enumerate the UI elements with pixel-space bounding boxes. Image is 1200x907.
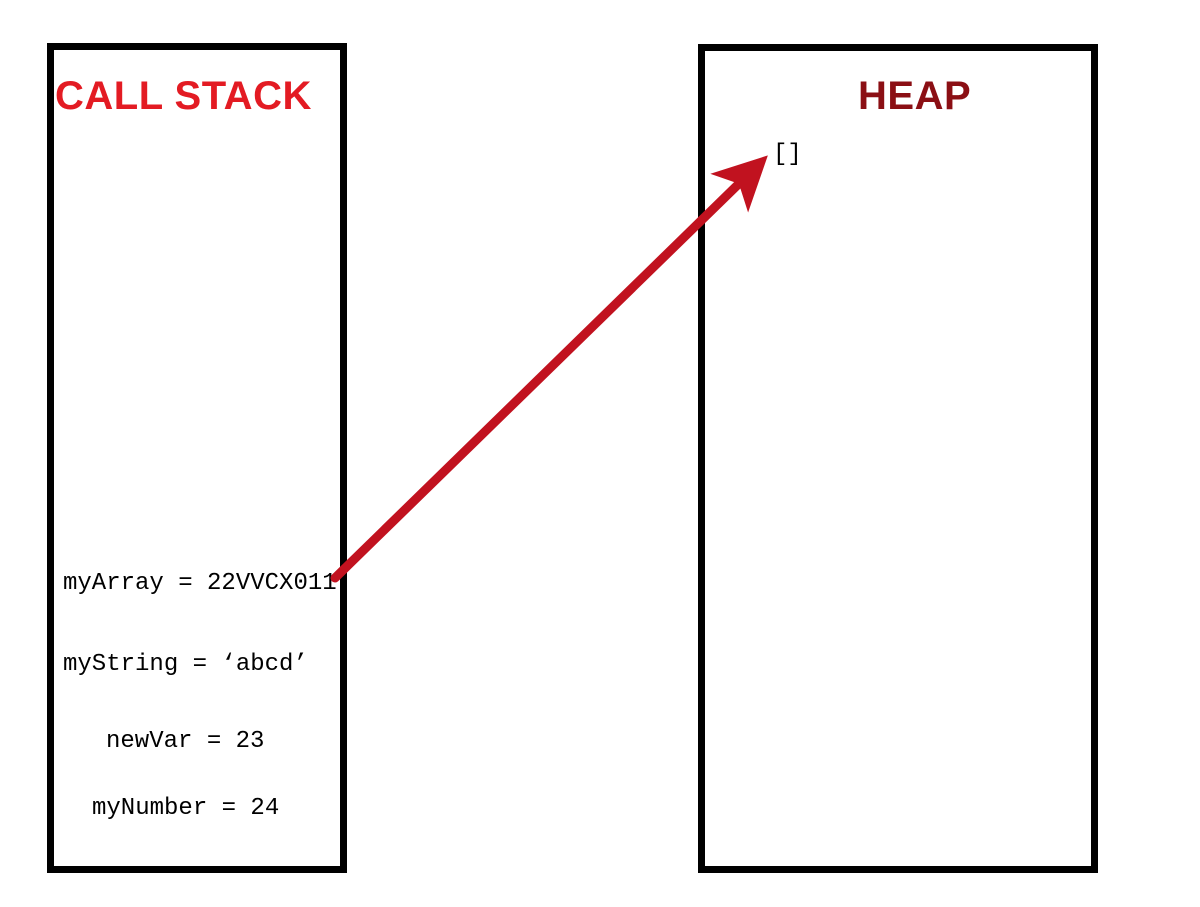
stack-entry-myarray: myArray = 22VVCX011: [63, 570, 337, 597]
stack-entry-newvar: newVar = 23: [106, 728, 264, 755]
stack-entry-mynumber: myNumber = 24: [92, 795, 279, 822]
heap-entry-array: []: [773, 141, 802, 168]
heap-title: HEAP: [858, 74, 971, 119]
heap-box: [698, 44, 1098, 873]
call-stack-title: CALL STACK: [55, 74, 312, 119]
stack-entry-mystring: myString = ‘abcd’: [63, 651, 308, 678]
pointer-arrow-line: [335, 168, 755, 578]
